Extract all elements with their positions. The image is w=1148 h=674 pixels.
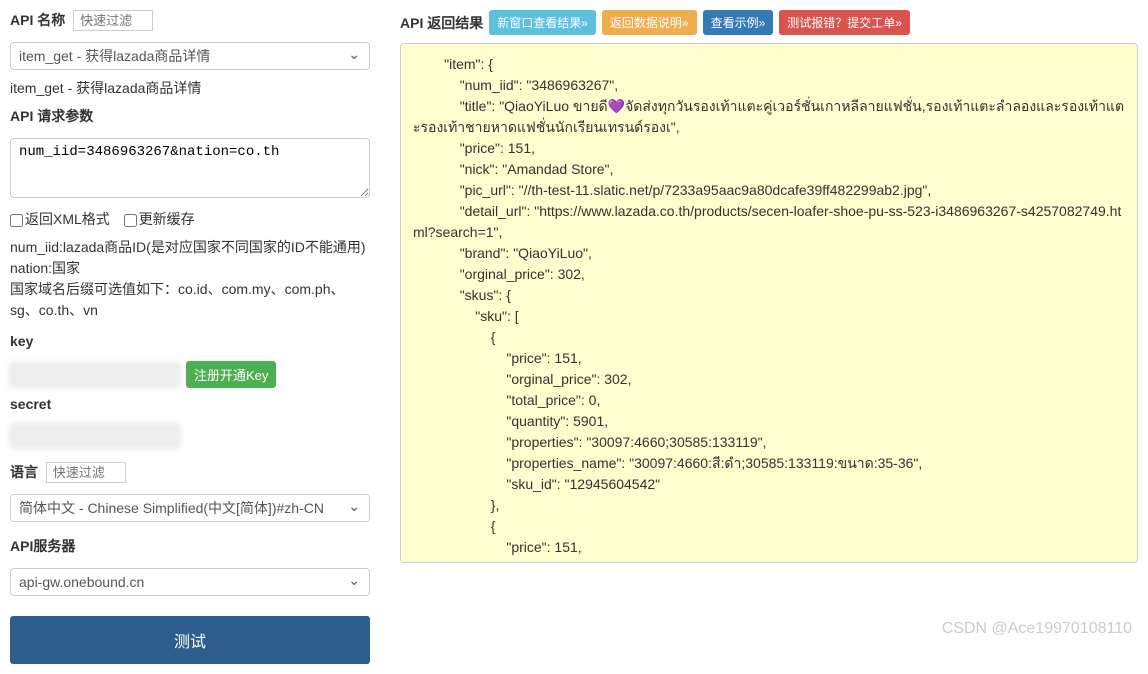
api-name-label: API 名称	[10, 10, 65, 30]
secret-input[interactable]	[10, 424, 180, 448]
report-button[interactable]: 测试报错？提交工单»	[779, 10, 910, 35]
checkbox-xml-input[interactable]	[10, 214, 23, 227]
checkbox-cache[interactable]: 更新缓存	[124, 211, 195, 227]
server-select[interactable]: api-gw.onebound.cn	[10, 568, 370, 596]
request-params-label: API 请求参数	[10, 106, 93, 126]
request-params-input[interactable]	[10, 138, 370, 198]
checkbox-xml-label-text: 返回XML格式	[25, 211, 110, 227]
api-name-select[interactable]: item_get - 获得lazada商品详情	[10, 42, 370, 70]
watermark: CSDN @Ace19970108110	[942, 620, 1132, 638]
checkbox-xml[interactable]: 返回XML格式	[10, 211, 110, 227]
checkbox-cache-input[interactable]	[124, 214, 137, 227]
new-window-button[interactable]: 新窗口查看结果»	[489, 10, 596, 35]
key-input[interactable]	[10, 363, 180, 387]
checkbox-cache-label-text: 更新缓存	[139, 211, 195, 227]
test-button[interactable]: 测试	[10, 616, 370, 664]
lang-select[interactable]: 简体中文 - Chinese Simplified(中文[简体])#zh-CN	[10, 494, 370, 522]
result-label: API 返回结果	[400, 13, 483, 33]
secret-label: secret	[10, 396, 51, 412]
json-result[interactable]: "item": { "num_iid": "3486963267", "titl…	[400, 43, 1138, 563]
explain-button[interactable]: 返回数据说明»	[602, 10, 697, 35]
params-hint: num_iid:lazada商品ID(是对应国家不同国家的ID不能通用) nat…	[10, 237, 370, 321]
api-name-filter[interactable]	[73, 10, 153, 31]
lang-label: 语言	[10, 462, 38, 482]
register-key-button[interactable]: 注册开通Key	[186, 361, 276, 388]
key-label: key	[10, 333, 33, 349]
example-button[interactable]: 查看示例»	[703, 10, 774, 35]
lang-filter[interactable]	[46, 462, 126, 483]
api-name-help: item_get - 获得lazada商品详情	[10, 78, 370, 98]
server-label: API服务器	[10, 536, 75, 556]
